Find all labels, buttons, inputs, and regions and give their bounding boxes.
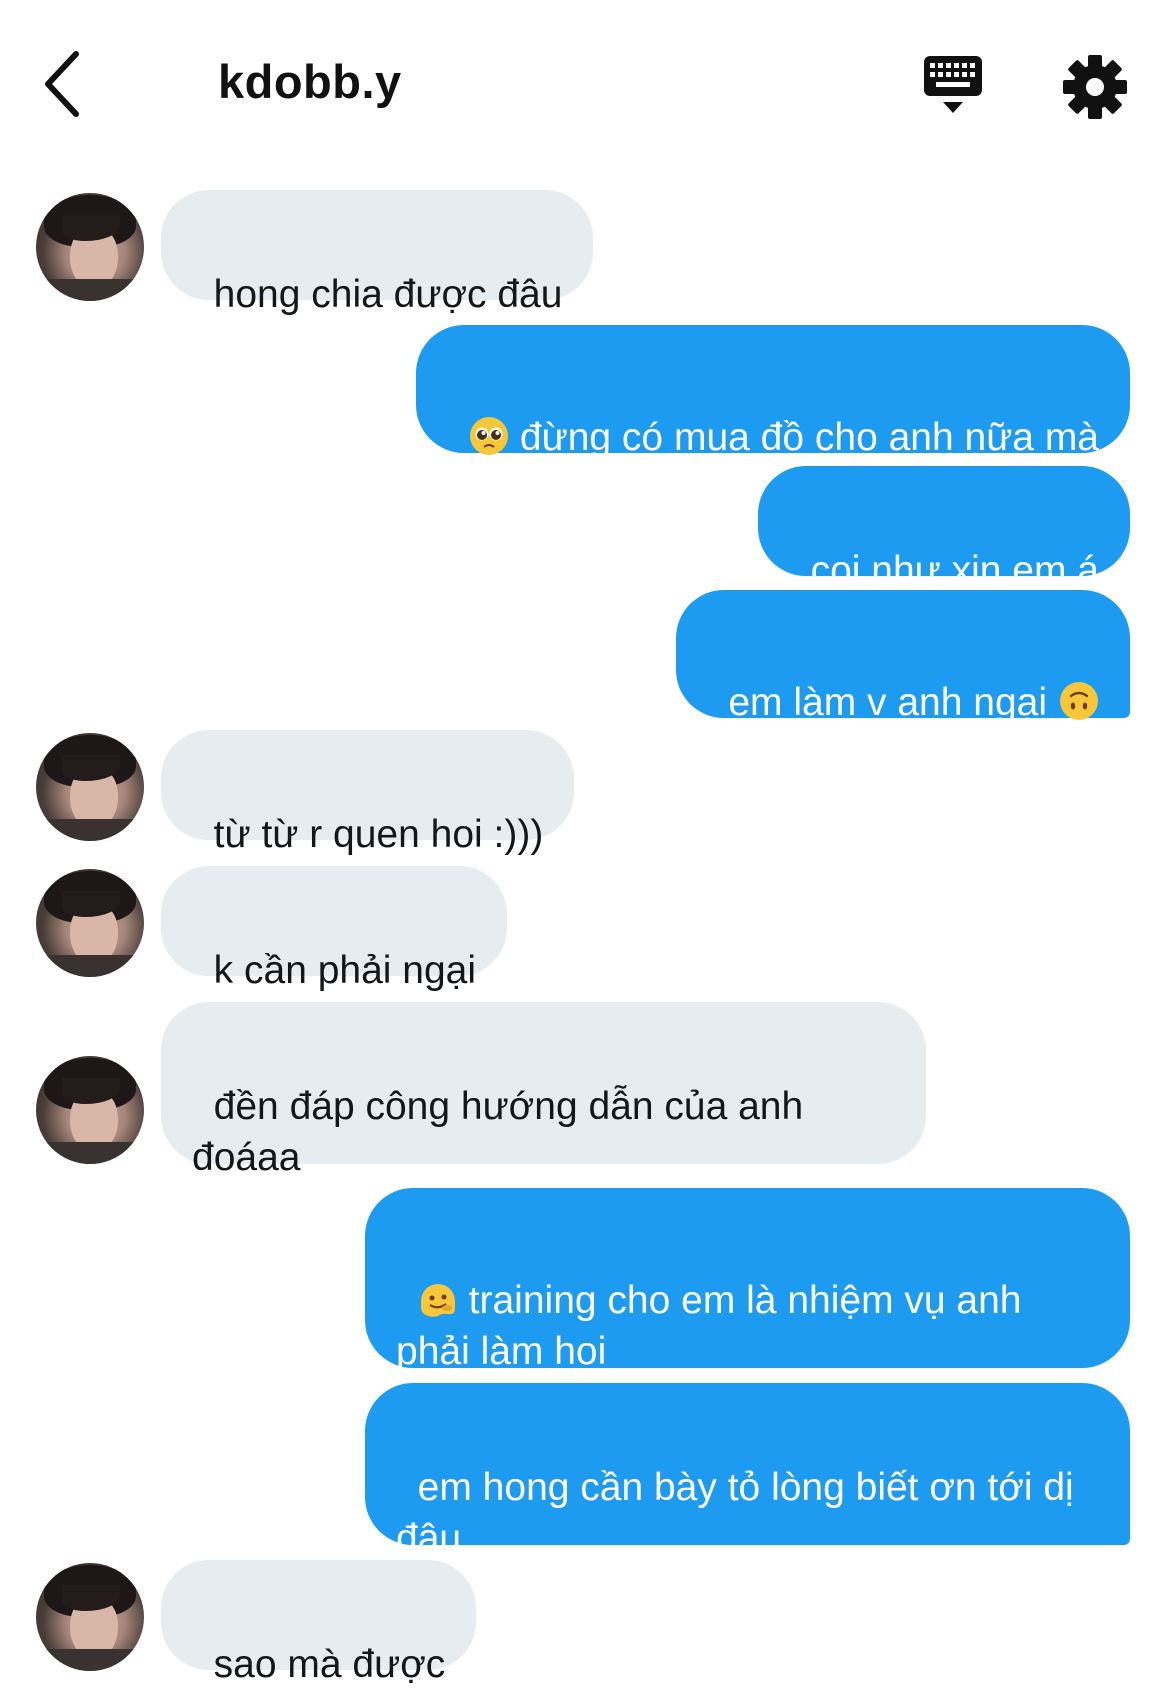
avatar[interactable] — [36, 1056, 144, 1164]
message-text: k cần phải ngại — [213, 949, 477, 992]
message-bubble-incoming[interactable]: từ từ r quen hoi :))) — [161, 730, 575, 856]
message-text: coi như xin em á — [810, 549, 1099, 592]
message-text: đền đáp công hướng dẫn của anh đoáaa — [192, 1085, 815, 1179]
back-button[interactable] — [36, 44, 96, 124]
conversation-header: kdobb.y — [0, 0, 1170, 170]
message-bubble-outgoing[interactable]: training cho em là nhiệm vụ anh phải làm… — [365, 1188, 1130, 1373]
message-bubble-incoming[interactable]: sao mà được — [161, 1560, 477, 1686]
message-bubble-incoming[interactable]: hong chia được đâu — [161, 190, 594, 316]
message-bubble-outgoing[interactable]: đừng có mua đồ cho anh nữa mà — [416, 325, 1130, 459]
message-bubble-incoming[interactable]: đền đáp công hướng dẫn của anh đoáaa — [161, 1002, 926, 1179]
message-text: hong chia được đâu — [213, 273, 563, 316]
keyboard-icon — [924, 56, 982, 113]
avatar[interactable] — [36, 1563, 144, 1671]
message-text: đừng có mua đồ cho anh nữa mà — [519, 416, 1099, 459]
melting-face-emoji-icon — [420, 1284, 455, 1317]
message-text: em làm v anh ngại — [728, 681, 1047, 724]
gear-icon — [1063, 55, 1127, 119]
message-bubble-incoming[interactable]: k cần phải ngại — [161, 866, 508, 992]
message-text: từ từ r quen hoi :))) — [213, 813, 544, 856]
pleading-face-emoji-icon — [469, 417, 508, 455]
avatar[interactable] — [36, 733, 144, 841]
upside-down-face-emoji-icon — [1060, 682, 1098, 720]
conversation-title[interactable]: kdobb.y — [218, 54, 402, 109]
message-text: training cho em là nhiệm vụ anh phải làm… — [396, 1279, 1033, 1373]
message-bubble-outgoing[interactable]: em làm v anh ngại — [675, 590, 1130, 724]
avatar[interactable] — [36, 193, 144, 301]
chevron-left-icon — [45, 51, 79, 117]
keyboard-toggle-button[interactable] — [918, 52, 988, 122]
avatar[interactable] — [36, 869, 144, 977]
message-bubble-outgoing[interactable]: coi như xin em á — [757, 466, 1130, 592]
settings-button[interactable] — [1060, 52, 1130, 122]
message-bubble-outgoing[interactable]: em hong cần bày tỏ lòng biết ơn tới dị đ… — [365, 1383, 1130, 1560]
message-text: sao mà được — [213, 1643, 446, 1686]
message-text: em hong cần bày tỏ lòng biết ơn tới dị đ… — [396, 1466, 1085, 1560]
